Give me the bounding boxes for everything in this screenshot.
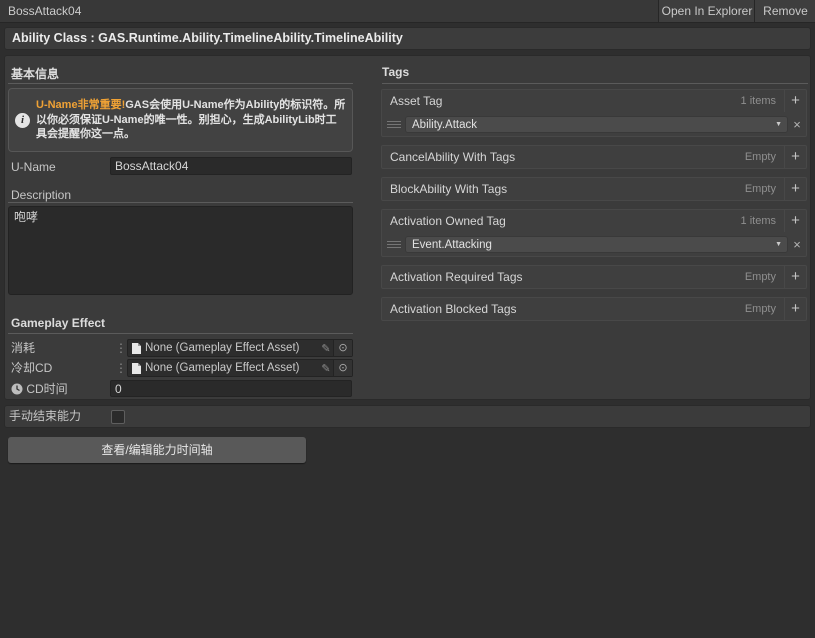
tags-title: Tags xyxy=(382,65,410,79)
tag-group-header: Activation Required Tags Empty + xyxy=(382,266,806,288)
cost-object-value: None (Gameplay Effect Asset) xyxy=(145,342,300,354)
cooldown-object-picker-icon[interactable]: ⊙ xyxy=(333,360,352,376)
cooldown-edit-icon[interactable]: ✎ xyxy=(319,362,333,375)
description-rule xyxy=(8,202,353,203)
tag-dropdown-value: Event.Attacking xyxy=(412,238,492,251)
uname-label: U-Name xyxy=(11,160,56,174)
tag-dropdown-value: Ability.Attack xyxy=(412,118,477,131)
ability-class-bar: Ability Class : GAS.Runtime.Ability.Time… xyxy=(4,27,811,50)
tag-group-activation-required: Activation Required Tags Empty + xyxy=(381,265,807,289)
drag-handle-icon[interactable] xyxy=(387,121,401,128)
tag-group-label: CancelAbility With Tags xyxy=(390,150,516,164)
tag-group-label: Activation Required Tags xyxy=(390,270,523,284)
cost-object-field[interactable]: None (Gameplay Effect Asset) ✎ ⊙ xyxy=(127,339,353,357)
inspector-window: BossAttack04 Open In Explorer Remove Abi… xyxy=(0,0,815,638)
gameplay-effect-title: Gameplay Effect xyxy=(11,316,106,330)
tag-group-label: Asset Tag xyxy=(390,94,443,108)
tag-group-count: Empty xyxy=(744,271,776,283)
manual-end-checkbox[interactable] xyxy=(111,410,125,424)
cost-drag-handle-icon[interactable]: ⋮ xyxy=(115,339,127,357)
drag-handle-icon[interactable] xyxy=(387,241,401,248)
basic-info-title: 基本信息 xyxy=(11,67,60,81)
cost-label: 消耗 xyxy=(11,341,36,355)
tag-group-header: Asset Tag 1 items + xyxy=(382,90,806,112)
tag-dropdown[interactable]: Ability.Attack ▼ xyxy=(405,116,788,133)
cost-object-picker-icon[interactable]: ⊙ xyxy=(333,340,352,356)
uname-notice-text: U-Name非常重要!GAS会使用U-Name作为Ability的标识符。所以你… xyxy=(34,95,352,145)
cooldown-object-field[interactable]: None (Gameplay Effect Asset) ✎ ⊙ xyxy=(127,359,353,377)
cooldown-object-value: None (Gameplay Effect Asset) xyxy=(145,362,300,374)
tags-rule xyxy=(382,83,808,84)
edit-timeline-button[interactable]: 查看/编辑能力时间轴 xyxy=(8,437,306,463)
manual-end-label: 手动结束能力 xyxy=(9,409,82,423)
ability-class-text: Ability Class : GAS.Runtime.Ability.Time… xyxy=(12,31,403,45)
tag-group-label: BlockAbility With Tags xyxy=(390,182,508,196)
tag-group-header: Activation Blocked Tags Empty + xyxy=(382,298,806,320)
add-tag-button[interactable]: + xyxy=(784,298,806,320)
uname-notice-box: i U-Name非常重要!GAS会使用U-Name作为Ability的标识符。所… xyxy=(8,88,353,152)
description-textarea[interactable]: 咆哮 xyxy=(8,206,353,295)
tag-group-count: Empty xyxy=(744,151,776,163)
tag-group-count: 1 items xyxy=(740,95,776,107)
asset-document-icon xyxy=(132,342,141,354)
open-in-explorer-button[interactable]: Open In Explorer xyxy=(658,0,755,22)
chevron-down-icon: ▼ xyxy=(775,241,782,248)
tag-group-activation-blocked: Activation Blocked Tags Empty + xyxy=(381,297,807,321)
cd-time-label: CD时间 xyxy=(26,382,68,396)
tag-group-header: BlockAbility With Tags Empty + xyxy=(382,178,806,200)
tag-group-activation-owned: Activation Owned Tag 1 items + Event.Att… xyxy=(381,209,807,257)
add-tag-button[interactable]: + xyxy=(784,146,806,168)
cooldown-drag-handle-icon[interactable]: ⋮ xyxy=(115,359,127,377)
notice-highlight: U-Name非常重要! xyxy=(36,98,126,111)
remove-tag-icon[interactable]: × xyxy=(788,117,806,132)
tag-group-label: Activation Blocked Tags xyxy=(390,302,517,316)
tag-group-label: Activation Owned Tag xyxy=(390,214,506,228)
tag-group-asset-tag: Asset Tag 1 items + Ability.Attack ▼ × xyxy=(381,89,807,137)
cost-edit-icon[interactable]: ✎ xyxy=(319,342,333,355)
cd-time-row: CD时间 xyxy=(11,380,68,398)
tag-group-count: Empty xyxy=(744,303,776,315)
uname-input[interactable]: BossAttack04 xyxy=(110,157,352,175)
add-tag-button[interactable]: + xyxy=(784,90,806,112)
tag-item-row: Ability.Attack ▼ × xyxy=(382,112,806,137)
tag-group-cancel-ability: CancelAbility With Tags Empty + xyxy=(381,145,807,169)
tag-dropdown[interactable]: Event.Attacking ▼ xyxy=(405,236,788,253)
asset-title: BossAttack04 xyxy=(8,4,82,18)
tag-group-block-ability: BlockAbility With Tags Empty + xyxy=(381,177,807,201)
tag-item-row: Event.Attacking ▼ × xyxy=(382,232,806,257)
asset-document-icon xyxy=(132,362,141,374)
main-panel: 基本信息 i U-Name非常重要!GAS会使用U-Name作为Ability的… xyxy=(4,55,811,400)
tag-group-count: 1 items xyxy=(740,215,776,227)
tag-group-header: Activation Owned Tag 1 items + xyxy=(382,210,806,232)
add-tag-button[interactable]: + xyxy=(784,178,806,200)
info-icon: i xyxy=(15,112,30,128)
remove-button[interactable]: Remove xyxy=(754,0,815,22)
basic-info-rule xyxy=(8,83,353,84)
clock-icon xyxy=(11,383,23,395)
tag-group-header: CancelAbility With Tags Empty + xyxy=(382,146,806,168)
tag-group-count: Empty xyxy=(744,183,776,195)
manual-end-row: 手动结束能力 xyxy=(4,405,811,428)
title-bar: BossAttack04 Open In Explorer Remove xyxy=(0,0,815,23)
gameplay-effect-rule xyxy=(8,333,353,334)
add-tag-button[interactable]: + xyxy=(784,266,806,288)
remove-tag-icon[interactable]: × xyxy=(788,237,806,252)
add-tag-button[interactable]: + xyxy=(784,210,806,232)
cd-time-input[interactable]: 0 xyxy=(110,380,352,397)
chevron-down-icon: ▼ xyxy=(775,121,782,128)
cooldown-label: 冷却CD xyxy=(11,361,53,375)
